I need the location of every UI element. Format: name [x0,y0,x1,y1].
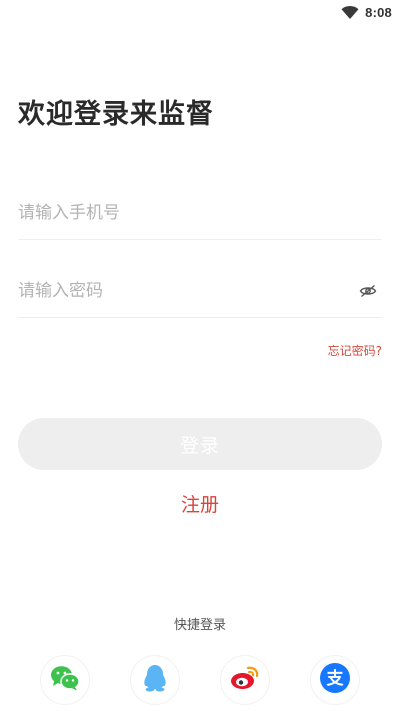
social-login-row: 支 [0,655,400,705]
password-field [18,266,382,318]
alipay-login-button[interactable]: 支 [310,655,360,705]
wechat-icon [50,665,80,695]
status-right: 8:08 [341,3,392,21]
eye-off-icon[interactable] [358,281,378,301]
qq-login-button[interactable] [130,655,180,705]
alipay-icon: 支 [319,662,351,698]
phone-input[interactable] [18,188,338,238]
weibo-icon [230,665,260,695]
qq-icon [142,664,168,696]
status-bar: 8:08 [0,0,400,24]
wifi-icon [341,5,359,19]
register-link[interactable]: 注册 [0,490,400,517]
quick-login-title: 快捷登录 [173,618,226,633]
weibo-login-button[interactable] [220,655,270,705]
forgot-password-link[interactable]: 忘记密码? [328,342,382,359]
svg-text:支: 支 [327,668,345,689]
status-time: 8:08 [365,4,392,20]
phone-field [18,188,382,240]
password-input[interactable] [18,266,338,316]
wechat-login-button[interactable] [40,655,90,705]
login-button[interactable]: 登录 [18,418,382,470]
page-title: 欢迎登录来监督 [18,99,214,130]
